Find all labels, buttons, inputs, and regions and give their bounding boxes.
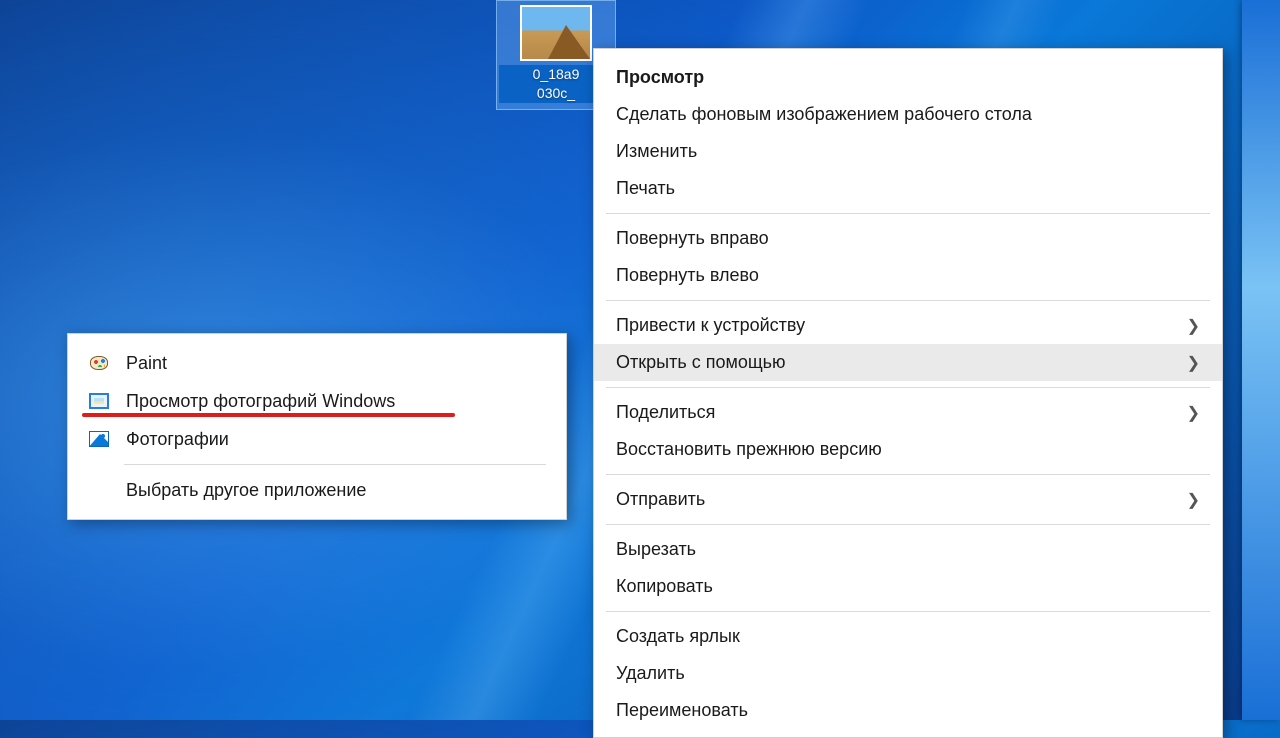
chevron-right-icon: ❯ — [1187, 403, 1200, 423]
open-with-item[interactable]: Paint — [68, 344, 566, 382]
open-with-item-label: Просмотр фотографий Windows — [126, 391, 546, 412]
context-menu-item-label: Удалить — [616, 663, 685, 684]
context-menu-item[interactable]: Просмотр — [594, 59, 1222, 96]
annotation-underline — [82, 413, 455, 417]
context-menu-item-label: Переименовать — [616, 700, 748, 721]
paint-icon — [88, 353, 110, 373]
context-menu-item-label: Копировать — [616, 576, 713, 597]
menu-separator — [606, 474, 1210, 475]
context-menu-item-label: Создать ярлык — [616, 626, 740, 647]
context-menu-item-label: Привести к устройству — [616, 315, 805, 336]
open-with-choose-another-label: Выбрать другое приложение — [126, 480, 546, 501]
viewer-icon — [88, 391, 110, 411]
menu-separator — [606, 524, 1210, 525]
context-menu-item-label: Повернуть влево — [616, 265, 759, 286]
context-menu-item[interactable]: Копировать — [594, 568, 1222, 605]
context-menu-item-label: Печать — [616, 178, 675, 199]
open-with-item[interactable]: Фотографии — [68, 420, 566, 458]
context-menu-item-label: Сделать фоновым изображением рабочего ст… — [616, 104, 1032, 125]
context-menu-item-label: Изменить — [616, 141, 697, 162]
context-menu-item-label: Просмотр — [616, 67, 704, 88]
context-menu-item-label: Отправить — [616, 489, 705, 510]
context-menu-item[interactable]: Поделиться ❯ — [594, 394, 1222, 431]
menu-separator — [606, 300, 1210, 301]
chevron-right-icon: ❯ — [1187, 353, 1200, 373]
context-menu-item-label: Восстановить прежнюю версию — [616, 439, 882, 460]
context-menu-item[interactable]: Вырезать — [594, 531, 1222, 568]
chevron-right-icon: ❯ — [1187, 490, 1200, 510]
open-with-item-label: Paint — [126, 353, 546, 374]
context-menu-item[interactable]: Создать ярлык — [594, 618, 1222, 655]
open-with-submenu: Paint Просмотр фотографий Windows Фотограф… — [67, 333, 567, 520]
context-menu-item[interactable]: Удалить — [594, 655, 1222, 692]
photos-icon — [88, 429, 110, 449]
wallpaper-right-edge — [1242, 0, 1280, 720]
open-with-item-label: Фотографии — [126, 429, 546, 450]
context-menu-item-label: Открыть с помощью — [616, 352, 786, 373]
blank-icon — [88, 480, 110, 500]
menu-separator — [606, 387, 1210, 388]
menu-separator — [124, 464, 546, 465]
context-menu-item-label: Повернуть вправо — [616, 228, 769, 249]
open-with-choose-another[interactable]: Выбрать другое приложение — [68, 471, 566, 509]
context-menu-item[interactable]: Повернуть влево — [594, 257, 1222, 294]
context-menu-item[interactable]: Привести к устройству ❯ — [594, 307, 1222, 344]
menu-separator — [606, 611, 1210, 612]
context-menu-item[interactable]: Изменить — [594, 133, 1222, 170]
chevron-right-icon: ❯ — [1187, 316, 1200, 336]
context-menu-item[interactable]: Отправить ❯ — [594, 481, 1222, 518]
context-menu-item-label: Поделиться — [616, 402, 715, 423]
context-menu-item-label: Вырезать — [616, 539, 696, 560]
context-menu: Просмотр Сделать фоновым изображением раб… — [593, 48, 1223, 738]
context-menu-item[interactable]: Восстановить прежнюю версию — [594, 431, 1222, 468]
file-thumbnail — [520, 5, 592, 61]
context-menu-item[interactable]: Переименовать — [594, 692, 1222, 729]
context-menu-item[interactable]: Открыть с помощью ❯ — [594, 344, 1222, 381]
context-menu-item[interactable]: Печать — [594, 170, 1222, 207]
context-menu-item[interactable]: Сделать фоновым изображением рабочего ст… — [594, 96, 1222, 133]
menu-separator — [606, 213, 1210, 214]
context-menu-item[interactable]: Повернуть вправо — [594, 220, 1222, 257]
